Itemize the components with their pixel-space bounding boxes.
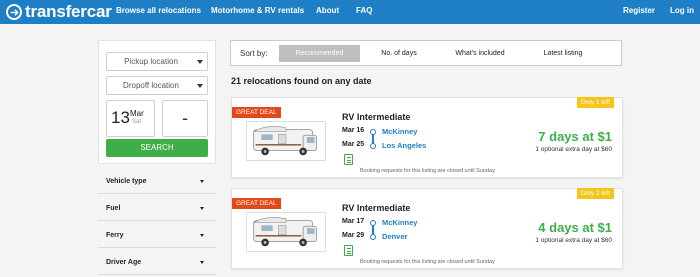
pickup-location-label: Pickup location: [124, 57, 178, 66]
rv-thumbnail[interactable]: [246, 121, 326, 161]
chevron-down-icon: [200, 261, 204, 264]
sort-latest-listing[interactable]: Latest listing: [531, 45, 595, 62]
logo-arrow-icon: [6, 4, 22, 20]
search-button[interactable]: SEARCH: [106, 139, 208, 157]
chevron-down-icon: [200, 207, 204, 210]
sort-label: Sort by:: [240, 49, 268, 58]
rv-thumbnail[interactable]: [246, 212, 326, 252]
listing-card[interactable]: GREAT DEAL RV Intermediate Mar 17 Mar 29…: [231, 188, 623, 269]
nav-browse-relocations[interactable]: Browse all relocations: [116, 6, 201, 15]
route-connector-icon: [370, 129, 376, 149]
availability-badge: Only 2 left: [576, 188, 614, 199]
route-connector-icon: [370, 220, 376, 240]
document-icon[interactable]: [344, 245, 353, 256]
start-date-picker[interactable]: 13 Mar Sat: [106, 100, 155, 137]
nav-motorhome-rentals[interactable]: Motorhome & RV rentals: [211, 6, 304, 15]
availability-badge: Only 1 left: [576, 97, 614, 108]
price-summary: 4 days at $1: [538, 220, 612, 235]
pickup-location-link[interactable]: McKinney: [382, 218, 417, 227]
nav-faq[interactable]: FAQ: [356, 6, 372, 15]
filter-ferry[interactable]: Ferry: [98, 226, 216, 248]
dropoff-location-link[interactable]: Denver: [382, 232, 407, 241]
chevron-down-icon: [197, 84, 203, 88]
price-summary: 7 days at $1: [538, 129, 612, 144]
document-icon[interactable]: [344, 154, 353, 165]
end-date-picker[interactable]: -: [162, 100, 208, 137]
filter-vehicle-type[interactable]: Vehicle type: [98, 172, 216, 194]
booking-notice: Booking requests for this listing are cl…: [360, 259, 495, 265]
listing-card[interactable]: GREAT DEAL RV Intermediate Mar 16 Mar 25…: [231, 97, 623, 178]
logo[interactable]: transfercar: [6, 2, 112, 21]
listing-title: RV Intermediate: [342, 203, 411, 213]
filter-label: Ferry: [106, 232, 124, 239]
dropoff-location-link[interactable]: Los Angeles: [382, 141, 426, 150]
sort-bar: Sort by: Recommended No. of days What's …: [230, 40, 622, 66]
pickup-location-select[interactable]: Pickup location: [106, 52, 208, 71]
nav-about[interactable]: About: [316, 6, 339, 15]
pickup-location-link[interactable]: McKinney: [382, 127, 417, 136]
results-count: 21 relocations found on any date: [231, 76, 372, 86]
listing-title: RV Intermediate: [342, 112, 411, 122]
chevron-down-icon: [200, 180, 204, 183]
sort-no-of-days[interactable]: No. of days: [371, 45, 427, 62]
pickup-date: Mar 16: [342, 127, 365, 134]
dropoff-date: Mar 25: [342, 141, 365, 148]
search-panel: Pickup location Dropoff location 13 Mar …: [98, 40, 216, 164]
nav-login[interactable]: Log in: [670, 6, 694, 15]
extra-day-info: 1 optional extra day at $60: [535, 146, 612, 153]
chevron-down-icon: [200, 234, 204, 237]
sort-recommended[interactable]: Recommended: [279, 45, 360, 62]
filter-label: Fuel: [106, 205, 121, 212]
date-month: Mar: [130, 109, 144, 118]
filter-fuel[interactable]: Fuel: [98, 199, 216, 221]
rv-icon: [252, 217, 317, 247]
date-day: 13: [111, 108, 130, 127]
booking-notice: Booking requests for this listing are cl…: [360, 168, 495, 174]
dropoff-location-select[interactable]: Dropoff location: [106, 76, 208, 95]
pickup-date: Mar 17: [342, 218, 365, 225]
logo-text: transfercar: [25, 2, 112, 21]
dropoff-location-label: Dropoff location: [123, 81, 179, 90]
nav-register[interactable]: Register: [623, 6, 655, 15]
chevron-down-icon: [197, 60, 203, 64]
rv-icon: [252, 126, 317, 156]
date-weekday: Sat: [132, 119, 142, 125]
filter-driver-age[interactable]: Driver Age: [98, 253, 216, 275]
great-deal-badge: GREAT DEAL: [232, 107, 281, 118]
extra-day-info: 1 optional extra day at $60: [535, 237, 612, 244]
top-nav: transfercar Browse all relocations Motor…: [0, 0, 700, 24]
filter-label: Vehicle type: [106, 178, 147, 185]
dropoff-date: Mar 29: [342, 232, 365, 239]
filter-label: Driver Age: [106, 259, 142, 266]
sort-whats-included[interactable]: What's included: [445, 45, 515, 62]
great-deal-badge: GREAT DEAL: [232, 198, 281, 209]
